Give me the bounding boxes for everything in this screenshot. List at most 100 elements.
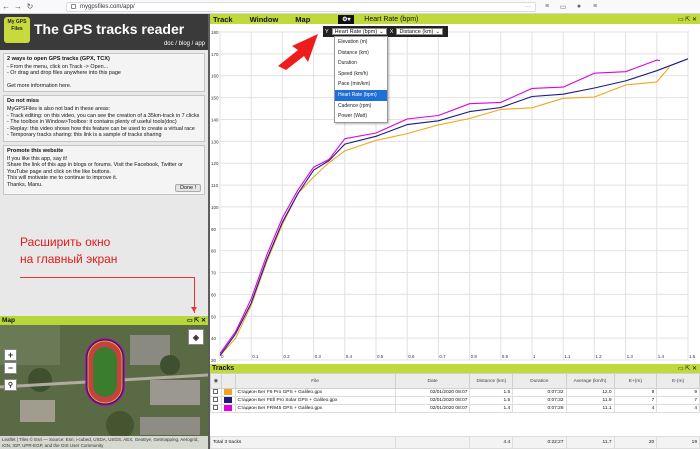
y-axis-label: Y [325, 28, 329, 35]
x-tick-label: 1.4 [658, 354, 665, 359]
track-color-swatch[interactable] [223, 389, 232, 396]
total-eplus: 20 [613, 436, 658, 449]
gear-icon[interactable]: ⚙▾ [338, 14, 355, 24]
sidebar-icon[interactable]: ▭ [558, 2, 568, 12]
track-duration: 0:07:28 [512, 404, 567, 413]
window-controls[interactable]: ▭ ⇱ ✕ [678, 365, 697, 372]
info-box-title: 2 ways to open GPS tracks (GPX, TCX) [7, 56, 110, 62]
address-bar[interactable]: mygpsfiles.com/app/ ··· [66, 1, 536, 12]
info-box-promote: Promote this website If you like this ap… [3, 144, 205, 196]
reload-icon[interactable]: ↻ [24, 1, 36, 13]
annotation-line-2: на главный экран [20, 252, 118, 266]
account-icon[interactable]: ● [574, 2, 584, 12]
zoom-in-button[interactable]: + [4, 349, 17, 361]
track-file: Стадион Бег F6 Pro GPS + Galileo.gpx [234, 388, 396, 397]
back-arrow-icon[interactable]: ← [0, 1, 12, 13]
track-file: Стадион Бег FR945 GPS + Galileo.gpx [234, 404, 396, 413]
layers-icon[interactable]: ◈ [188, 329, 204, 345]
plot-frame [219, 31, 689, 361]
menu-window[interactable]: Window [250, 15, 279, 24]
track-eminus: 7 [656, 396, 700, 405]
table-row[interactable]: Стадион Бег F6 Pro GPS + Galileo.gpx 02/… [210, 388, 700, 397]
track-distance: 1.5 [469, 388, 514, 397]
total-eminus: 19 [656, 436, 700, 449]
track-date: 02/01/2020 08:07 [394, 404, 471, 413]
info-line: - Or drag and drop files anywhere into t… [7, 70, 121, 77]
column-header[interactable]: Date [394, 373, 471, 389]
y-tick-label: 80 [211, 249, 217, 254]
column-header[interactable]: File [234, 373, 396, 389]
y-tick-label: 130 [211, 139, 219, 144]
column-header[interactable]: E+(m) [613, 373, 658, 389]
column-header[interactable]: Average (km/h) [565, 373, 615, 389]
total-label: Total 3 tracks [210, 436, 396, 449]
map-view[interactable]: + − ⚲ ◈ Leaflet | Tiles © Esri — Source:… [0, 325, 208, 449]
info-line-link[interactable]: Get more information here. [7, 83, 201, 90]
color-header [220, 373, 236, 389]
track-visible-checkbox[interactable] [213, 389, 218, 394]
track-color-swatch[interactable] [223, 397, 232, 404]
track-distance: 1.4 [469, 404, 514, 413]
satellite-map [0, 325, 208, 449]
track-average: 12.0 [565, 388, 615, 397]
dropdown-option[interactable]: Pace (min/km) [335, 79, 387, 90]
location-marker-icon[interactable]: ⚲ [4, 379, 17, 391]
track-date: 02/01/2020 08:07 [394, 388, 471, 397]
site-logo[interactable]: My GPS Files [4, 17, 30, 43]
y-axis-select[interactable]: Heart Rate (bpm) ⌄ [331, 28, 387, 35]
visibility-header: ◉ [210, 373, 222, 389]
info-line: If you like this app, say it! [7, 155, 68, 162]
chevron-down-icon: ⌄ [379, 28, 384, 35]
table-row[interactable]: Стадион Бег FR945 GPS + Galileo.gpx 02/0… [210, 404, 700, 413]
x-tick-label: 0.8 [471, 354, 478, 359]
y-tick-label: 90 [211, 227, 217, 232]
menu-map[interactable]: Map [295, 15, 310, 24]
dropdown-option-selected[interactable]: Heart Rate (bpm) [335, 89, 387, 101]
dropdown-option[interactable]: Cadence (rpm) [335, 101, 387, 112]
chevron-down-icon: ⌄ [435, 28, 440, 35]
menu-icon[interactable]: ≡ [590, 2, 600, 12]
done-button[interactable]: Done ! [175, 183, 201, 193]
track-visible-checkbox[interactable] [213, 397, 218, 402]
info-box-title: Promote this website [7, 147, 64, 154]
table-row[interactable]: Стадион Бег FEll Pro Solar GPS + Galileo… [210, 396, 700, 405]
x-tick-label: 0.6 [408, 354, 415, 359]
chart-grid [219, 31, 689, 361]
x-tick-label: 0.1 [252, 354, 259, 359]
column-header[interactable]: Duration [512, 373, 567, 389]
map-attribution: Leaflet | Tiles © Esri — Source: Esri, i… [0, 436, 208, 449]
dropdown-option[interactable]: Power (Watt) [335, 111, 387, 122]
tracks-title: Tracks [212, 365, 235, 372]
menu-track[interactable]: Track [213, 15, 233, 24]
eye-icon: ◉ [213, 378, 218, 384]
track-eplus: 7 [613, 396, 658, 405]
info-line: - Temporary tracks sharing: this link is… [7, 132, 162, 139]
forward-arrow-icon[interactable]: → [12, 1, 24, 13]
track-distance: 1.5 [469, 396, 514, 405]
column-header[interactable]: E-(m) [656, 373, 700, 389]
dropdown-option[interactable]: Elevation (m) [335, 37, 387, 48]
library-icon[interactable]: ≡ [542, 2, 552, 12]
x-tick-label: 1.2 [595, 354, 602, 359]
column-header[interactable]: Distance (km) [469, 373, 514, 389]
info-line: Thanks, Manu. [7, 181, 43, 188]
x-tick-label: 1.3 [627, 354, 634, 359]
window-controls[interactable]: ▭ ⇱ ✕ [187, 317, 206, 324]
zoom-out-button[interactable]: − [4, 362, 17, 374]
more-icon[interactable]: ··· [525, 4, 531, 10]
x-axis-select[interactable]: Distance (km) ⌄ [396, 28, 443, 35]
track-eminus: 4 [656, 404, 700, 413]
info-line: - The toolbox in Window>Toolbox: it cont… [7, 119, 177, 126]
heart-rate-chart[interactable]: 0 0.1 0.2 0.3 0.4 0.5 0.6 0.7 0.8 0.9 1 1.1 1.2 1.3 1.… [210, 24, 700, 364]
x-tick-label: 0.7 [439, 354, 446, 359]
dropdown-option[interactable]: Distance (km) [335, 48, 387, 59]
window-controls[interactable]: ▭ ⇱ ✕ [678, 16, 697, 23]
y-tick-label: 170 [211, 52, 219, 57]
track-visible-checkbox[interactable] [213, 405, 218, 410]
chart-ticks: 0 0.1 0.2 0.3 0.4 0.5 0.6 0.7 0.8 0.9 1 1.1 1.2 1.3 1.… [211, 30, 696, 363]
y-tick-label: 140 [211, 117, 219, 122]
dropdown-option[interactable]: Speed (km/h) [335, 69, 387, 80]
dropdown-option[interactable]: Duration [335, 58, 387, 69]
track-color-swatch[interactable] [223, 405, 232, 412]
site-links[interactable]: doc / blog / app [164, 41, 205, 47]
